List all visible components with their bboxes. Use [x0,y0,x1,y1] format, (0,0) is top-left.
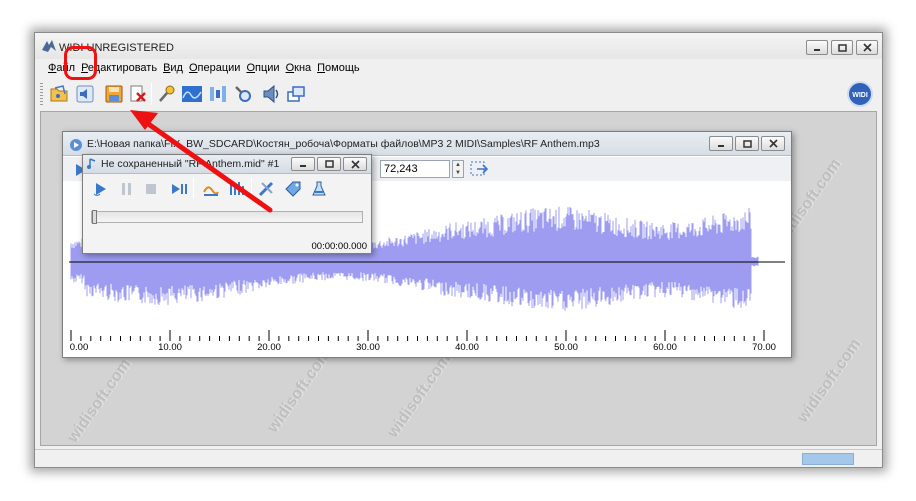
windows-icon[interactable] [284,81,308,107]
position-input[interactable]: 72,243 [380,160,450,178]
audio-title-bar: E:\Новая папка\FIX_BW_SDCARD\Костян_робо… [63,132,791,156]
midi-note-icon [86,158,98,173]
menu-operations[interactable]: Операции [186,60,243,78]
midi-toolbar [83,175,371,203]
audio-maximize-button[interactable] [735,136,759,151]
ruler-tick-label: 10.00 [158,342,182,353]
midi-volume-icon[interactable] [199,176,223,202]
time-ruler: 0.00 10.00 20.00 30.00 40.00 50.00 60.00 70.00 [69,330,785,354]
midi-time: 00:00:00.000 [311,241,367,252]
menu-windows[interactable]: Окна [283,60,315,78]
midi-equalizer-icon[interactable] [225,176,249,202]
extend-selection-icon[interactable] [469,159,489,182]
midi-window-title: Не сохраненный "RF Anthem.mid" #1 [101,158,280,170]
midi-stop-icon[interactable] [139,176,163,202]
ruler-tick-label: 60.00 [653,342,677,353]
minimize-button[interactable] [806,40,828,55]
midi-tools-icon[interactable] [255,176,279,202]
midi-minimize-button[interactable] [291,157,315,171]
ruler-tick-label: 30.00 [356,342,380,353]
midi-close-button[interactable] [343,157,367,171]
watermark: widisoft.com [264,345,335,436]
svg-text:WIDI: WIDI [852,92,868,99]
close-file-icon[interactable] [126,81,150,107]
title-bar: WIDI UNREGISTERED [35,33,882,59]
save-icon[interactable] [102,81,126,107]
watermark: widisoft.com [64,355,135,446]
audio-close-button[interactable] [761,136,785,151]
midi-position-slider[interactable] [91,210,363,224]
midi-maximize-button[interactable] [317,157,341,171]
ruler-tick-label: 0.00 [69,342,89,353]
ruler-tick-label: 20.00 [257,342,281,353]
watermark: widisoft.com [794,335,865,426]
audio-minimize-button[interactable] [709,136,733,151]
microphone-icon[interactable] [155,81,179,107]
spectrum-icon[interactable] [180,81,204,107]
midi-loop-icon[interactable] [167,176,191,202]
speaker-icon[interactable] [259,81,283,107]
save-highlight-ring [64,46,97,80]
menu-options[interactable]: Опции [243,60,282,78]
status-bar [35,449,882,467]
widi-logo: WIDI [847,81,873,110]
midi-player-window: Не сохраненный "RF Anthem.mid" #1 00:00:… [82,154,372,254]
audio-file-icon [69,138,83,155]
midi-play-icon[interactable] [89,176,113,202]
audio-window-title: E:\Новая папка\FIX_BW_SDCARD\Костян_робо… [87,138,600,150]
widi-app-icon [41,39,57,53]
toolbar-grip[interactable] [40,83,43,105]
maximize-button[interactable] [831,40,853,55]
midi-tag-icon[interactable] [281,176,305,202]
split-tracks-icon[interactable] [206,81,230,107]
midi-title-bar: Не сохраненный "RF Anthem.mid" #1 [83,155,371,174]
ruler-tick-label: 70.00 [752,342,776,353]
settings-icon[interactable] [231,81,255,107]
ruler-tick-label: 40.00 [455,342,479,353]
play-speaker-icon[interactable] [73,81,97,107]
midi-pause-icon[interactable] [115,176,139,202]
ruler-tick-label: 50.00 [554,342,578,353]
position-spinner[interactable]: ▲ ▼ [452,160,464,178]
close-button[interactable] [856,40,878,55]
midi-slider-thumb[interactable] [92,210,97,224]
open-file-icon[interactable] [47,81,71,107]
main-toolbar [35,79,882,109]
menu-view[interactable]: Вид [160,60,186,78]
status-progress [802,453,854,465]
menu-help[interactable]: Помощь [314,60,363,78]
midi-flask-icon[interactable] [307,176,331,202]
watermark: widisoft.com [384,350,455,441]
